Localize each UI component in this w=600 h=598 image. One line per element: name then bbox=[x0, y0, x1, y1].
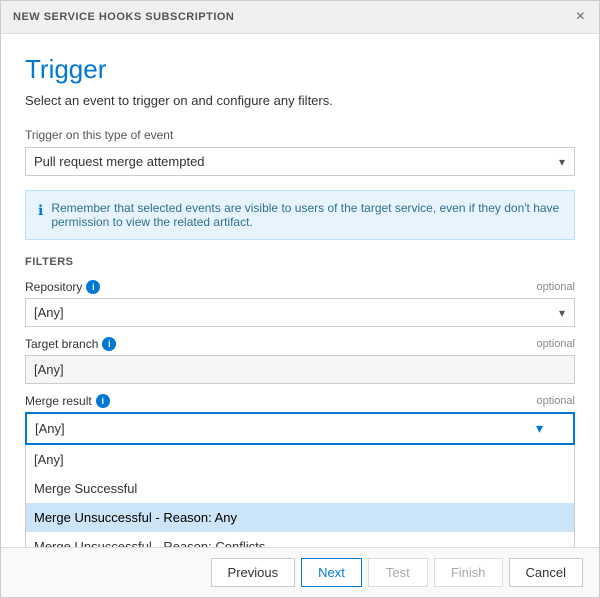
merge-result-label: Merge result i bbox=[25, 394, 110, 408]
merge-result-option-conflicts[interactable]: Merge Unsuccessful - Reason: Conflicts bbox=[26, 532, 574, 547]
merge-result-dropdown-list: [Any] Merge Successful Merge Unsuccessfu… bbox=[25, 445, 575, 547]
merge-result-optional: optional bbox=[536, 395, 575, 407]
target-branch-filter-row: Target branch i optional bbox=[25, 337, 575, 351]
previous-button[interactable]: Previous bbox=[211, 558, 296, 587]
next-button[interactable]: Next bbox=[301, 558, 362, 587]
dialog-titlebar: NEW SERVICE HOOKS SUBSCRIPTION × bbox=[1, 1, 599, 34]
test-button[interactable]: Test bbox=[368, 558, 428, 587]
merge-result-option-merge-successful[interactable]: Merge Successful bbox=[26, 474, 574, 503]
repository-select-wrapper: [Any] ▾ bbox=[25, 298, 575, 327]
trigger-label: Trigger on this type of event bbox=[25, 128, 575, 142]
finish-button[interactable]: Finish bbox=[434, 558, 503, 587]
merge-result-dropdown[interactable]: [Any] ▾ [Any] Merge Successful Merge Uns… bbox=[25, 412, 575, 547]
merge-result-info-icon: i bbox=[96, 394, 110, 408]
filters-heading: FILTERS bbox=[25, 256, 575, 268]
target-branch-value: [Any] bbox=[25, 355, 575, 384]
page-subtitle: Select an event to trigger on and config… bbox=[25, 93, 575, 108]
target-branch-label: Target branch i bbox=[25, 337, 116, 351]
chevron-down-icon: ▾ bbox=[536, 420, 543, 437]
trigger-select-wrapper: Pull request merge attempted Code pushed… bbox=[25, 147, 575, 176]
info-icon: ℹ bbox=[38, 202, 43, 219]
repository-label: Repository i bbox=[25, 280, 100, 294]
target-branch-optional: optional bbox=[536, 338, 575, 350]
dialog-body: Trigger Select an event to trigger on an… bbox=[1, 34, 599, 547]
info-message: Remember that selected events are visibl… bbox=[51, 201, 562, 229]
trigger-field-group: Trigger on this type of event Pull reque… bbox=[25, 128, 575, 176]
merge-result-selected-value: [Any] bbox=[35, 421, 65, 436]
repository-optional: optional bbox=[536, 281, 575, 293]
dialog: NEW SERVICE HOOKS SUBSCRIPTION × Trigger… bbox=[0, 0, 600, 598]
merge-result-filter-row: Merge result i optional bbox=[25, 394, 575, 408]
merge-result-option-any[interactable]: [Any] bbox=[26, 445, 574, 474]
merge-result-option-unsuccessful-any[interactable]: Merge Unsuccessful - Reason: Any bbox=[26, 503, 574, 532]
repository-info-icon: i bbox=[86, 280, 100, 294]
cancel-button[interactable]: Cancel bbox=[509, 558, 583, 587]
info-box: ℹ Remember that selected events are visi… bbox=[25, 190, 575, 240]
repository-filter-row: Repository i optional bbox=[25, 280, 575, 294]
page-title: Trigger bbox=[25, 54, 575, 85]
dialog-footer: Previous Next Test Finish Cancel bbox=[1, 547, 599, 597]
merge-result-selected[interactable]: [Any] ▾ bbox=[25, 412, 575, 445]
trigger-select[interactable]: Pull request merge attempted Code pushed… bbox=[25, 147, 575, 176]
dialog-title: NEW SERVICE HOOKS SUBSCRIPTION bbox=[13, 11, 234, 23]
repository-select[interactable]: [Any] bbox=[25, 298, 575, 327]
close-button[interactable]: × bbox=[574, 9, 587, 25]
target-branch-info-icon: i bbox=[102, 337, 116, 351]
